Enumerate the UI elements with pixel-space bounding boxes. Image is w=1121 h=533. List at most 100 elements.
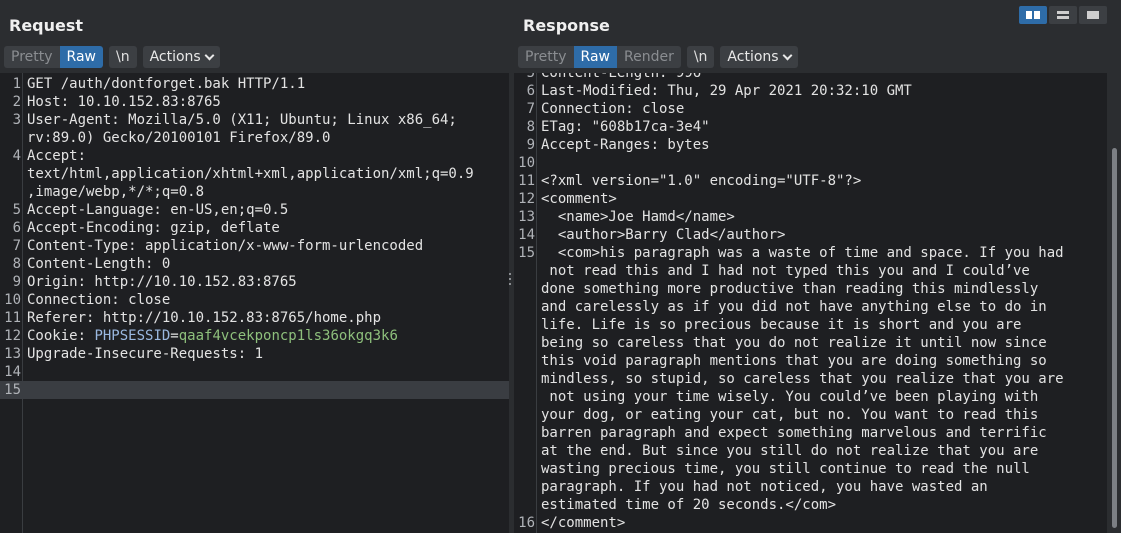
chevron-down-icon — [782, 50, 793, 60]
response-newline-toggle[interactable]: \n — [686, 46, 715, 68]
response-line-text: Content-Length: 996 — [541, 73, 702, 81]
response-line-text: ETag: "608b17ca-3e4" — [541, 119, 710, 135]
request-line: 6 Accept-Encoding: gzip, deflate — [0, 219, 509, 237]
response-line-number: 6 — [526, 83, 535, 99]
cookie-equals: = — [170, 328, 179, 344]
response-line-text: <com>his paragraph was a waste of time a… — [541, 245, 1064, 261]
response-line-text: Last-Modified: Thu, 29 Apr 2021 20:32:10… — [541, 83, 912, 99]
response-scrollbar[interactable] — [1109, 73, 1119, 533]
request-line-text: User-Agent: Mozilla/5.0 (X11; Ubuntu; Li… — [27, 112, 457, 128]
request-line: rv:89.0) Gecko/20100101 Firefox/89.0 — [0, 129, 509, 147]
response-line-number: 7 — [526, 101, 535, 117]
response-line-number: 14 — [518, 227, 535, 243]
response-line: 6 Last-Modified: Thu, 29 Apr 2021 20:32:1… — [514, 82, 1107, 100]
request-line: 11 Referer: http://10.10.152.83:8765/home… — [0, 309, 509, 327]
request-pretty-tab[interactable]: Pretty — [4, 46, 60, 68]
request-line: 3 User-Agent: Mozilla/5.0 (X11; Ubuntu; L… — [0, 111, 509, 129]
cookie-value: qaaf4vcekponcp1ls36okgq3k6 — [178, 328, 398, 344]
request-line-text: Cookie: — [27, 328, 95, 344]
request-editor[interactable]: 1 GET /auth/dontforget.bak HTTP/1.1 2 Host:… — [0, 73, 509, 533]
request-line-text: Referer: http://10.10.152.83:8765/home.p… — [27, 310, 382, 326]
request-actions-button[interactable]: Actions — [142, 46, 220, 68]
request-line-text: text/html,application/xhtml+xml,applicat… — [27, 166, 474, 182]
response-raw-tab[interactable]: Raw — [573, 46, 617, 68]
request-line-text: Accept: — [27, 148, 87, 164]
cookie-session: PHPSESSID=qaaf4vcekponcp1ls36okgq3k6 — [94, 327, 397, 345]
request-line-number: 6 — [12, 220, 21, 236]
response-line-text: <?xml version="1.0" encoding="UTF-8"?> — [541, 173, 862, 189]
request-line-text: Content-Length: 0 — [27, 256, 171, 272]
request-line-number: 2 — [12, 94, 21, 110]
response-pretty-tab[interactable]: Pretty — [518, 46, 574, 68]
request-line-number: 11 — [4, 310, 21, 326]
cookie-name: PHPSESSID — [94, 328, 171, 344]
response-line-number: 15 — [518, 245, 535, 261]
response-line: 8 ETag: "608b17ca-3e4" — [514, 118, 1107, 136]
request-raw-tab[interactable]: Raw — [59, 46, 103, 68]
request-line-number: 13 — [4, 346, 21, 362]
request-newline-toggle[interactable]: \n — [108, 46, 137, 68]
response-line: 12 <comment> — [514, 190, 1107, 208]
response-line-text: Accept-Ranges: bytes — [541, 137, 710, 153]
response-line-text: wasting precious time, you still continu… — [541, 461, 1030, 477]
request-line: text/html,application/xhtml+xml,applicat… — [0, 165, 509, 183]
response-line-number: 11 — [518, 173, 535, 189]
response-line-text: your dog, or eating your cat, but no. Yo… — [541, 407, 1039, 423]
request-actions-label: Actions — [149, 49, 201, 65]
chevron-down-icon — [204, 50, 215, 60]
request-line: 12 Cookie: PHPSESSID=qaaf4vcekponcp1ls36o… — [0, 327, 509, 345]
response-editor[interactable]: 5 Content-Length: 996 6 Last-Modified: Thu,… — [514, 73, 1107, 533]
response-line: mindless, so stupid, so careless that yo… — [514, 370, 1107, 388]
request-line-number: 4 — [12, 148, 21, 164]
request-line: 1 GET /auth/dontforget.bak HTTP/1.1 — [0, 75, 509, 93]
response-line-text: this void paragraph mentions that you ar… — [541, 353, 1047, 369]
response-line: 11 <?xml version="1.0" encoding="UTF-8"?> — [514, 172, 1107, 190]
response-line-number: 12 — [518, 191, 535, 207]
response-line-number: 16 — [518, 515, 535, 531]
request-pane: Request Pretty Raw \n Actions 1 GET /auth… — [0, 0, 510, 533]
response-pane: Response Pretty Raw Render \n Actions 5C… — [514, 0, 1121, 533]
response-line-number: 5 — [526, 73, 535, 81]
response-line: and carelessly as if you did not have an… — [514, 298, 1107, 316]
response-line-text: barren paragraph and expect something ma… — [541, 425, 1047, 441]
response-line-text: not read this and I had not typed this y… — [541, 263, 1030, 279]
response-line-number: 8 — [526, 119, 535, 135]
request-line-number: 14 — [4, 364, 21, 380]
response-scroll-thumb[interactable] — [1112, 148, 1117, 528]
request-line-number: 9 — [12, 274, 21, 290]
response-line: 13 <name>Joe Hamd</name> — [514, 208, 1107, 226]
response-line: 10 — [514, 154, 1107, 172]
response-actions-button[interactable]: Actions — [720, 46, 798, 68]
response-line: not read this and I had not typed this y… — [514, 262, 1107, 280]
request-toolbar: Pretty Raw \n Actions — [4, 46, 220, 68]
request-line-text: Accept-Language: en-US,en;q=0.5 — [27, 202, 289, 218]
request-line-number: 5 — [12, 202, 21, 218]
response-render-tab[interactable]: Render — [616, 46, 681, 68]
response-line-text: Connection: close — [541, 101, 685, 117]
response-line-text: being so careless that you do not realiz… — [541, 335, 1047, 351]
request-line: 15 — [0, 381, 509, 399]
response-line-text: </comment> — [541, 515, 626, 531]
request-line-number: 7 — [12, 238, 21, 254]
request-line: 5 Accept-Language: en-US,en;q=0.5 — [0, 201, 509, 219]
response-line: at the end. But since you still do not r… — [514, 442, 1107, 460]
request-line-text: ,image/webp,*/*;q=0.8 — [27, 184, 205, 200]
response-line: 5 Content-Length: 996 — [514, 73, 1107, 82]
response-title: Response — [523, 16, 610, 35]
response-line: paragraph. If you had not noticed, you h… — [514, 478, 1107, 496]
response-line: done something more productive than read… — [514, 280, 1107, 298]
response-line: estimated time of 20 seconds.</com> — [514, 496, 1107, 514]
response-line: your dog, or eating your cat, but no. Yo… — [514, 406, 1107, 424]
response-line: being so careless that you do not realiz… — [514, 334, 1107, 352]
request-line: 4 Accept: — [0, 147, 509, 165]
response-line-number: 9 — [526, 137, 535, 153]
response-line-text: at the end. But since you still do not r… — [541, 443, 1039, 459]
request-line: 2 Host: 10.10.152.83:8765 — [0, 93, 509, 111]
splitter-handle-icon[interactable] — [509, 273, 512, 287]
response-line: 15 <com>his paragraph was a waste of tim… — [514, 244, 1107, 262]
response-actions-label: Actions — [727, 49, 779, 65]
request-line-number: 10 — [4, 292, 21, 308]
response-line-text: <name>Joe Hamd</name> — [541, 209, 735, 225]
response-line: life. Life is so precious because it is … — [514, 316, 1107, 334]
request-line-text: Host: 10.10.152.83:8765 — [27, 94, 221, 110]
